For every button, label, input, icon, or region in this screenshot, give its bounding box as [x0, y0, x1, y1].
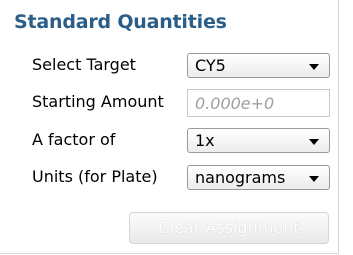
- panel-title: Standard Quantities: [14, 11, 227, 33]
- factor-select-value: 1x: [195, 131, 215, 150]
- chevron-down-icon: [309, 139, 319, 145]
- standard-quantities-panel: Standard Quantities Select Target CY5 St…: [0, 0, 339, 254]
- starting-amount-label: Starting Amount: [32, 92, 164, 111]
- chevron-down-icon: [309, 176, 319, 182]
- units-select[interactable]: nanograms: [187, 165, 330, 190]
- chevron-down-icon: [309, 64, 319, 70]
- units-select-value: nanograms: [195, 168, 286, 187]
- factor-label: A factor of: [32, 130, 116, 149]
- clear-assignment-button[interactable]: Clear Assignment: [129, 212, 329, 244]
- target-select-value: CY5: [195, 56, 226, 75]
- select-target-label: Select Target: [32, 55, 136, 74]
- factor-select[interactable]: 1x: [187, 128, 330, 153]
- starting-amount-field-box: [187, 89, 330, 117]
- units-label: Units (for Plate): [32, 167, 158, 186]
- target-select[interactable]: CY5: [187, 53, 330, 78]
- starting-amount-input[interactable]: [188, 91, 330, 115]
